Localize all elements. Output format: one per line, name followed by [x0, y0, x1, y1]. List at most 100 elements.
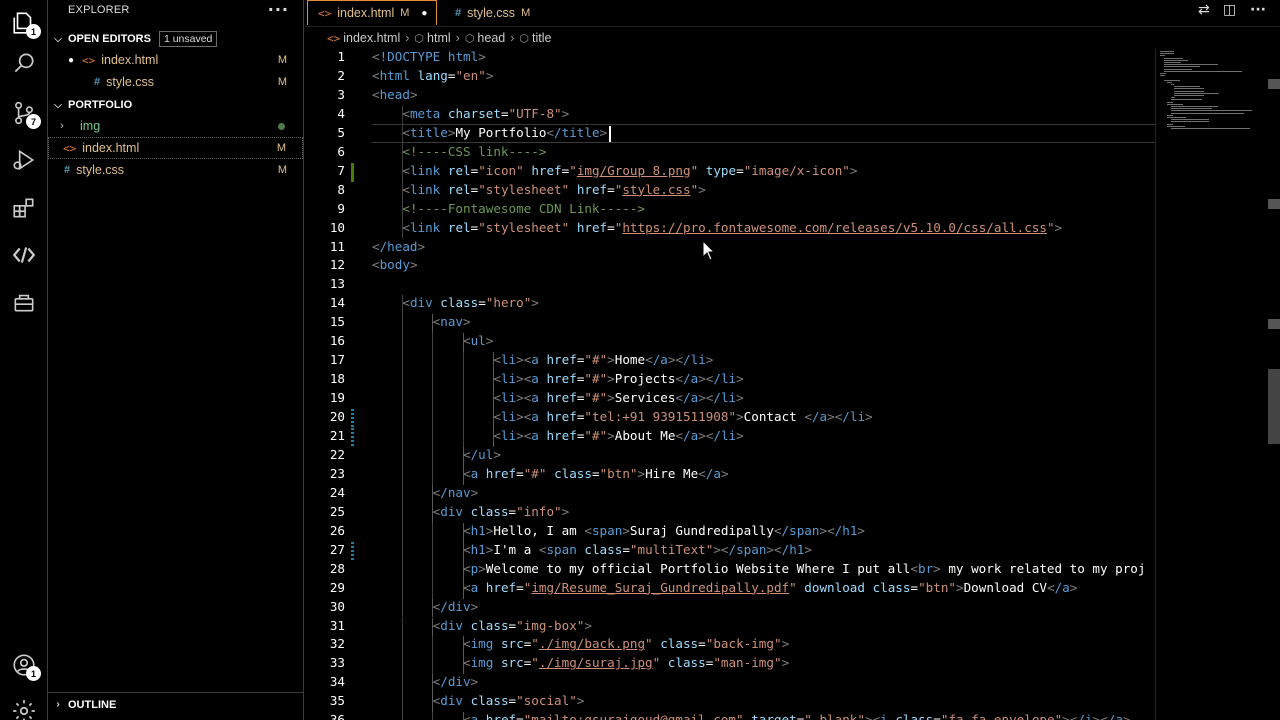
code-line[interactable]: <title>My Portfolio</title> — [372, 125, 607, 140]
scrollbar-marker — [1268, 79, 1280, 89]
remote-explorer-icon[interactable] — [0, 279, 48, 325]
breadcrumb-item[interactable]: head — [477, 31, 505, 45]
minimap[interactable] — [1155, 49, 1280, 720]
minimap-line — [1167, 125, 1186, 127]
line-number: 30 — [329, 598, 345, 614]
code-line[interactable]: <div class="social"> — [372, 693, 585, 708]
account-badge: 1 — [26, 666, 41, 681]
code-line[interactable]: <li><a href="#">Home</a></li> — [372, 352, 713, 367]
chevron-right-icon: › — [405, 31, 410, 45]
code-line[interactable]: </ul> — [372, 447, 501, 462]
minimap-line — [1160, 75, 1166, 77]
code-line[interactable]: </head> — [372, 239, 425, 254]
code-line[interactable]: </div> — [372, 674, 479, 689]
line-number: 5 — [337, 124, 345, 140]
code-line[interactable]: <li><a href="#">About Me</a></li> — [372, 428, 743, 443]
chevron-down-icon: ⌵ — [54, 33, 62, 45]
git-status-modified: M — [277, 54, 287, 66]
code-line[interactable]: </div> — [372, 599, 479, 614]
code-line[interactable]: <img src="./img/back.png" class="back-im… — [372, 636, 789, 651]
code-line[interactable]: <a href="#" class="btn">Hire Me</a> — [372, 466, 729, 481]
code-line[interactable]: <nav> — [372, 314, 471, 329]
live-share-code-icon[interactable] — [0, 232, 48, 278]
code-line[interactable]: <div class="img-box"> — [372, 618, 592, 633]
code-line[interactable]: </nav> — [372, 485, 479, 500]
html-file-icon: <> — [63, 141, 77, 155]
minimap-line — [1163, 66, 1200, 68]
chevron-right-icon: › — [455, 31, 460, 45]
open-editor-item-style-css[interactable]: # style.css M — [48, 71, 303, 93]
code-line[interactable]: <link rel="icon" href="img/Group 8.png" … — [372, 163, 857, 178]
code-line[interactable]: <a href="mailto:gsurajgoud@gmail.com" ta… — [372, 712, 1131, 720]
minimap-line — [1167, 117, 1187, 118]
scrollbar-thumb[interactable] — [1268, 369, 1280, 444]
breadcrumb-item[interactable]: html — [427, 31, 451, 45]
code-line[interactable]: <body> — [372, 257, 418, 272]
git-change-marker — [351, 409, 354, 429]
line-number: 9 — [337, 200, 345, 216]
minimap-line — [1167, 101, 1173, 103]
code-line[interactable]: <div class="info"> — [372, 504, 570, 519]
code-line[interactable]: <meta charset="UTF-8"> — [372, 106, 569, 121]
tree-item-index-html[interactable]: <> index.html M — [48, 137, 303, 159]
code-line[interactable]: <div class="hero"> — [372, 295, 539, 310]
minimap-line — [1167, 114, 1173, 116]
minimap-line — [1174, 88, 1205, 90]
code-editor[interactable]: 1 <!DOCTYPE html> 2 <html lang="en"> 3 <head>… — [305, 49, 1155, 720]
code-line[interactable]: <!----Fontawesome CDN Link-----> — [372, 201, 645, 216]
extensions-icon[interactable] — [0, 185, 48, 231]
unsaved-dot-icon[interactable]: ● — [421, 8, 427, 19]
minimap-line — [1163, 64, 1218, 66]
code-line[interactable]: <h1>Hello, I am <span>Suraj Gundredipall… — [372, 523, 865, 538]
unsaved-dot-icon[interactable]: ● — [48, 55, 74, 66]
minimap-line — [1160, 51, 1174, 52]
run-debug-icon[interactable] — [0, 137, 48, 183]
code-line[interactable]: <a href="img/Resume_Suraj_Gundredipally.… — [372, 580, 1077, 595]
line-number: 28 — [329, 560, 345, 576]
code-line[interactable]: <!----CSS link----> — [372, 144, 546, 159]
breadcrumb-item[interactable]: index.html — [343, 31, 400, 45]
line-number: 25 — [329, 503, 345, 519]
code-line[interactable]: <li><a href="#">Projects</a></li> — [372, 371, 743, 386]
code-line[interactable]: <p>Welcome to my official Portfolio Webs… — [372, 561, 1145, 576]
tree-item-label: style.css — [76, 163, 125, 177]
minimap-line — [1170, 128, 1250, 129]
git-status-modified: M — [277, 164, 287, 176]
code-line[interactable]: <link rel="stylesheet" href="https://pro… — [372, 220, 1062, 235]
settings-gear-icon[interactable] — [0, 688, 48, 720]
split-editor-icon[interactable]: ◫ — [1223, 2, 1236, 18]
outline-header[interactable]: › OUTLINE — [48, 692, 303, 716]
code-line[interactable]: <head> — [372, 87, 418, 102]
account-icon[interactable]: 1 — [0, 642, 48, 688]
code-line[interactable]: <ul> — [372, 333, 493, 348]
code-line[interactable]: <img src="./img/suraj.jpg" class="man-im… — [372, 655, 789, 670]
code-line[interactable]: <li><a href="tel:+91 9391511908">Contact… — [372, 409, 872, 424]
code-line[interactable]: <li><a href="#">Services</a></li> — [372, 390, 743, 405]
tab-style-css[interactable]: # style.css M — [445, 0, 563, 25]
portfolio-folder-header[interactable]: ⌵ PORTFOLIO — [48, 94, 303, 116]
explorer-sidebar: EXPLORER ··· ⌵ OPEN EDITORS 1 unsaved ● … — [48, 0, 304, 720]
line-number: 32 — [329, 636, 345, 652]
chevron-right-icon: › — [60, 120, 64, 132]
code-line[interactable]: <html lang="en"> — [372, 68, 493, 83]
open-changes-icon[interactable]: ⇄ — [1198, 2, 1210, 18]
more-actions-icon[interactable]: ··· — [268, 0, 289, 19]
line-number: 16 — [329, 333, 345, 349]
source-control-icon[interactable]: 7 — [0, 90, 48, 136]
tab-index-html[interactable]: <> index.html M ● — [307, 0, 437, 25]
breadcrumb-item[interactable]: title — [532, 31, 551, 45]
tree-item-img-folder[interactable]: › img — [48, 115, 303, 137]
tree-item-style-css[interactable]: # style.css M — [48, 159, 303, 181]
minimap-line — [1167, 81, 1172, 83]
more-actions-icon[interactable]: ··· — [1250, 2, 1266, 18]
css-file-icon: # — [455, 6, 462, 19]
html-file-icon: <> — [82, 53, 96, 67]
search-icon[interactable] — [0, 40, 48, 86]
vertical-scrollbar[interactable] — [1268, 49, 1280, 720]
open-editor-item-index-html[interactable]: ● <> index.html M — [48, 49, 303, 71]
breadcrumb: <> index.html › ⬡ html › ⬡ head › ⬡ titl… — [305, 28, 1280, 48]
open-editors-header[interactable]: ⌵ OPEN EDITORS 1 unsaved — [48, 28, 303, 50]
code-line[interactable]: <!DOCTYPE html> — [372, 49, 486, 64]
code-line[interactable]: <link rel="stylesheet" href="style.css"> — [372, 182, 705, 197]
code-line[interactable]: <h1>I'm a <span class="multiText"></span… — [372, 542, 812, 557]
